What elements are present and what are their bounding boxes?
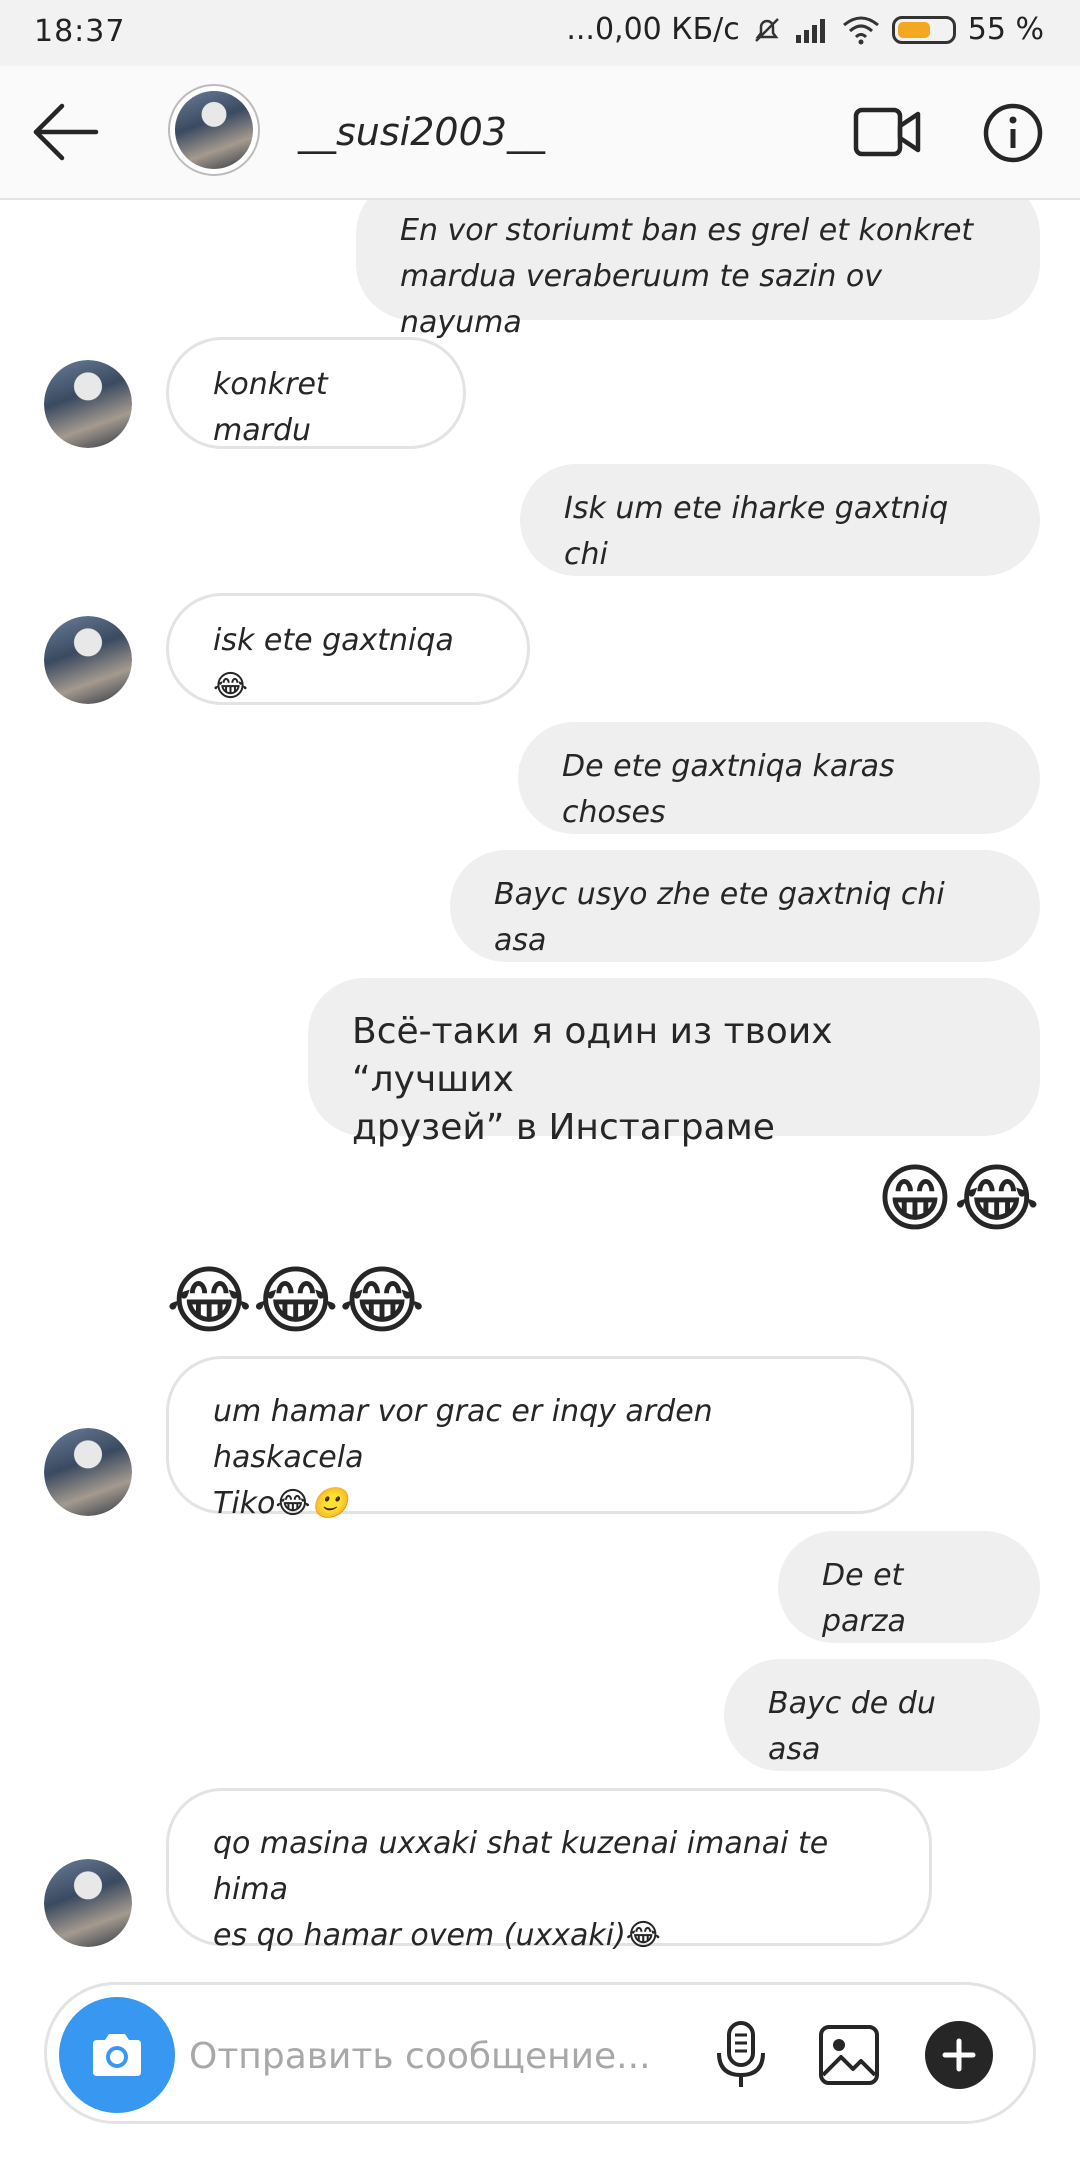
camera-icon (93, 2034, 141, 2076)
message-outgoing[interactable]: Bayc de du asa (724, 1659, 1040, 1771)
message-incoming[interactable]: um hamar vor grac er inqy arden haskacel… (166, 1356, 914, 1521)
battery-percent: 55 % (967, 12, 1044, 47)
arrow-left-icon[interactable] (30, 100, 100, 164)
sender-avatar[interactable] (44, 616, 132, 704)
message-incoming[interactable]: isk ete gaxtniqa😂 (166, 593, 530, 705)
gallery-icon[interactable] (817, 2023, 881, 2087)
info-icon[interactable] (982, 102, 1044, 164)
video-camera-icon[interactable] (852, 102, 922, 162)
sender-avatar[interactable] (44, 1859, 132, 1947)
message-outgoing[interactable]: De et parza (778, 1531, 1040, 1643)
sender-avatar[interactable] (44, 1428, 132, 1516)
camera-button[interactable] (59, 1997, 175, 2113)
header-avatar[interactable] (168, 84, 260, 176)
sender-avatar[interactable] (44, 360, 132, 448)
message-outgoing[interactable]: En vor storiumt ban es grel et konkret m… (356, 200, 1040, 340)
message-incoming[interactable]: qo masina uxxaki shat kuzenai imanai te … (166, 1788, 932, 1953)
signal-icon (795, 18, 825, 43)
message-outgoing[interactable]: De ete gaxtniqa karas choses (518, 722, 1040, 834)
message-incoming[interactable]: konkret mardu (166, 337, 466, 449)
chat-username[interactable]: __susi2003__ (298, 110, 545, 154)
wifi-icon (842, 16, 879, 44)
emoji-message-outgoing[interactable]: 😁😂 (876, 1154, 1040, 1244)
plus-button[interactable] (925, 2021, 993, 2089)
status-time: 18:37 (34, 14, 126, 49)
plus-icon (942, 2038, 976, 2072)
emoji-message-incoming[interactable]: 😂😂😂 (166, 1256, 425, 1346)
network-speed: ...0,00 КБ/с (566, 12, 740, 47)
status-bar: 18:37 ...0,00 КБ/с 55 % (0, 0, 1080, 66)
mute-icon (754, 17, 779, 42)
message-outgoing[interactable]: Всё-таки я один из твоих “лучших друзей”… (308, 978, 1040, 1148)
message-thread[interactable]: En vor storiumt ban es grel et konkret m… (0, 200, 1080, 1955)
message-outgoing[interactable]: Bayc usyo zhe ete gaxtniq chi asa (450, 850, 1040, 962)
message-outgoing[interactable]: Isk um ete iharke gaxtniq chi (520, 464, 1040, 576)
message-composer (44, 1982, 1036, 2124)
avatar-image (175, 91, 253, 169)
microphone-icon[interactable] (711, 2019, 771, 2091)
chat-header: __susi2003__ (0, 66, 1080, 200)
message-input[interactable] (187, 2025, 661, 2087)
status-indicators: ...0,00 КБ/с 55 % (566, 12, 1044, 47)
battery-icon (891, 15, 956, 44)
